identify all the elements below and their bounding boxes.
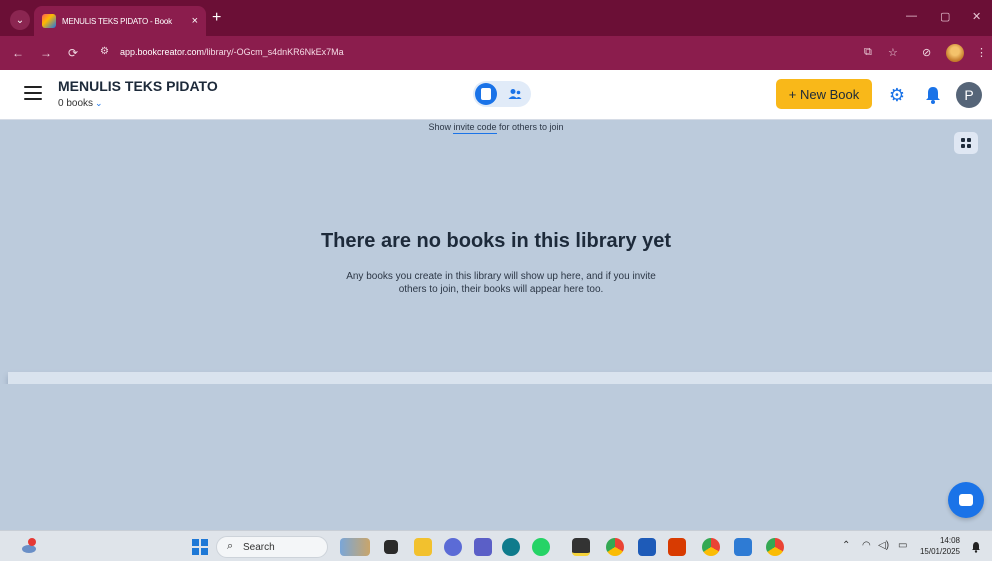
wifi-icon[interactable]: ◠ (862, 540, 871, 551)
file-explorer-icon[interactable] (414, 538, 432, 556)
taskbar-search-placeholder: Search (243, 542, 275, 553)
app-header: MENULIS TEKS PIDATO 0 books ⌄ + New Book … (0, 70, 992, 120)
teams-icon[interactable] (474, 538, 492, 556)
chevron-down-icon: ⌄ (95, 98, 103, 108)
office-icon[interactable] (668, 538, 686, 556)
library-content: Show invite code for others to join Ther… (0, 120, 992, 372)
clock-time: 14:08 (939, 536, 960, 545)
empty-state-heading: There are no books in this library yet (320, 230, 672, 252)
close-window-icon[interactable]: ✕ (972, 10, 981, 23)
empty-state-description: Any books you create in this library wil… (346, 271, 656, 295)
bookmark-star-icon[interactable]: ☆ (888, 46, 898, 59)
browser-address-bar: ← → ⟳ ⚙ app.bookcreator.com/library/-OGc… (0, 36, 992, 70)
book-count-label: 0 books (58, 98, 94, 109)
taskbar-search-input[interactable]: ⌕ Search (216, 536, 328, 558)
url-path: /library/-OGcm_s4dnKR6NkEx7Ma (204, 47, 344, 57)
reload-icon[interactable]: ⟳ (68, 46, 78, 60)
url-text[interactable]: app.bookcreator.com/library/-OGcm_s4dnKR… (120, 47, 344, 57)
browser-menu-icon[interactable]: ⋮ (976, 46, 987, 59)
browser-tab-bar: ⌄ MENULIS TEKS PIDATO - Book × + — ▢ ✕ (0, 0, 992, 36)
people-view-button[interactable] (505, 85, 525, 103)
weather-widget-icon[interactable] (20, 537, 38, 555)
chrome-profile-icon[interactable] (702, 538, 720, 556)
tab-title: MENULIS TEKS PIDATO - Book (62, 16, 172, 26)
settings-gear-icon[interactable]: ⚙ (886, 84, 908, 106)
clock-date: 15/01/2025 (919, 547, 960, 556)
notification-center-bell-icon[interactable] (970, 540, 982, 553)
windows-taskbar: ⌕ Search ⌃ ◠ ◁) ▭ 14:08 15/01/2025 (0, 530, 992, 561)
books-view-button[interactable] (475, 83, 497, 105)
invite-suffix: for others to join (496, 122, 564, 132)
chat-icon (959, 494, 973, 506)
support-chat-button[interactable] (948, 482, 984, 518)
invite-code-link[interactable]: invite code (453, 122, 497, 134)
cast-icon[interactable]: ⧉ (864, 46, 872, 59)
whatsapp-icon[interactable] (532, 538, 550, 556)
invite-prefix: Show (428, 122, 454, 132)
tab-close-icon[interactable]: × (192, 15, 198, 27)
grid-view-button[interactable] (954, 132, 978, 154)
windows-start-icon[interactable] (192, 539, 208, 555)
tab-search-button[interactable]: ⌄ (10, 10, 30, 30)
user-avatar[interactable]: P (956, 82, 982, 108)
invite-code-prompt: Show invite code for others to join (0, 122, 992, 134)
grid-icon (961, 138, 971, 148)
hamburger-menu-icon[interactable] (24, 86, 42, 100)
people-icon (508, 89, 522, 99)
new-tab-button[interactable]: + (212, 10, 221, 26)
site-info-icon[interactable]: ⚙ (100, 46, 109, 57)
book-count-dropdown[interactable]: 0 books ⌄ (58, 98, 103, 109)
bookcreator-favicon-icon (42, 14, 56, 28)
url-omnibox[interactable]: ⚙ app.bookcreator.com/library/-OGcm_s4dn… (96, 42, 896, 64)
forward-arrow-icon[interactable]: → (40, 46, 52, 60)
view-toggle (473, 81, 531, 107)
new-book-button[interactable]: + New Book (776, 79, 872, 109)
chrome-icon[interactable] (606, 538, 624, 556)
browser-profile-avatar[interactable] (946, 44, 964, 62)
notifications-bell-icon[interactable] (922, 84, 944, 106)
task-view-icon[interactable] (384, 540, 398, 554)
back-arrow-icon[interactable]: ← (12, 46, 24, 60)
chrome-app-icon[interactable] (766, 538, 784, 556)
url-host: app.bookcreator.com (120, 47, 205, 57)
minimize-window-icon[interactable]: — (906, 10, 917, 22)
taskbar-clock[interactable]: 14:08 15/01/2025 (900, 535, 960, 557)
search-icon: ⌕ (227, 540, 234, 552)
photos-icon[interactable] (734, 538, 752, 556)
sticky-notes-icon[interactable] (572, 538, 590, 556)
edge-icon[interactable] (502, 538, 520, 556)
show-hidden-icons-chevron-icon[interactable]: ⌃ (842, 540, 850, 551)
browser-tab-active[interactable]: MENULIS TEKS PIDATO - Book × (34, 6, 206, 36)
copilot-icon[interactable] (444, 538, 462, 556)
news-widget-icon[interactable] (340, 538, 370, 556)
extensions-icon[interactable]: ⊘ (922, 46, 931, 59)
volume-icon[interactable]: ◁) (878, 540, 889, 551)
library-title: MENULIS TEKS PIDATO (58, 78, 218, 94)
word-icon[interactable] (638, 538, 656, 556)
lower-content-area (0, 384, 992, 530)
book-icon (481, 88, 491, 100)
maximize-window-icon[interactable]: ▢ (940, 10, 950, 23)
content-divider (8, 372, 992, 384)
